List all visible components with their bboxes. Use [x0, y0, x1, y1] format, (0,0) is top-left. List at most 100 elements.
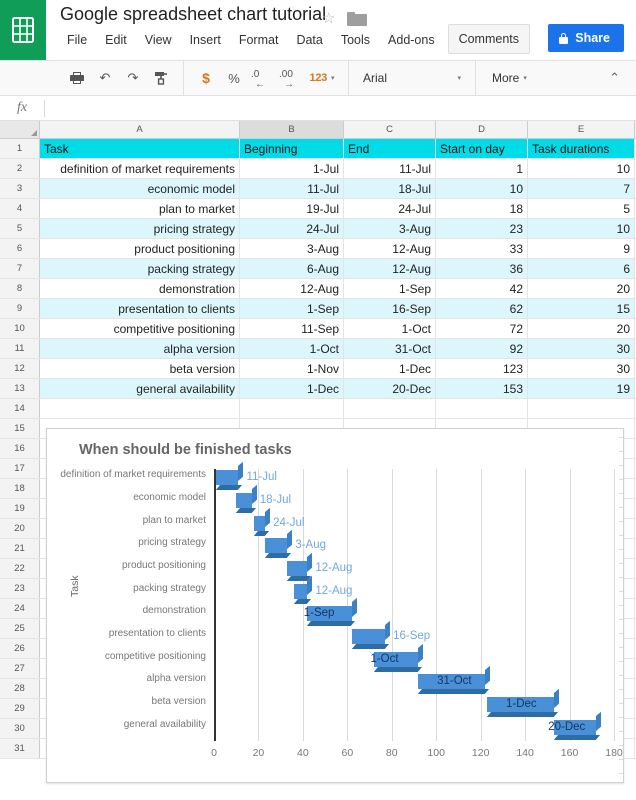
cell-a11[interactable]: alpha version	[40, 339, 240, 358]
gantt-bar[interactable]	[351, 620, 391, 649]
cell-a9[interactable]: presentation to clients	[40, 299, 240, 318]
cell-e5[interactable]: 10	[528, 219, 635, 238]
document-title[interactable]: Google spreadsheet chart tutorial	[60, 4, 326, 25]
paint-format-icon[interactable]	[147, 65, 175, 91]
row-header-29[interactable]: 29	[0, 699, 40, 718]
cell-a1[interactable]: Task	[40, 139, 240, 158]
row-header-30[interactable]: 30	[0, 719, 40, 738]
number-format-dropdown[interactable]: 123 ▾	[304, 65, 340, 91]
cell-b13[interactable]: 1-Dec	[240, 379, 344, 398]
cell-b9[interactable]: 1-Sep	[240, 299, 344, 318]
gantt-bar[interactable]	[264, 530, 293, 559]
cell-b12[interactable]: 1-Nov	[240, 359, 344, 378]
select-all-corner[interactable]	[0, 121, 40, 138]
gantt-bar[interactable]	[293, 575, 313, 604]
cell-a10[interactable]: competitive positioning	[40, 319, 240, 338]
column-header-c[interactable]: C	[344, 121, 436, 138]
cell-c9[interactable]: 16-Sep	[344, 299, 436, 318]
cell-b4[interactable]: 19-Jul	[240, 199, 344, 218]
menu-addons[interactable]: Add-ons	[379, 33, 444, 47]
cell-e11[interactable]: 30	[528, 339, 635, 358]
cell-e12[interactable]: 30	[528, 359, 635, 378]
cell-c1[interactable]: End	[344, 139, 436, 158]
cell-e8[interactable]: 20	[528, 279, 635, 298]
row-header-1[interactable]: 1	[0, 139, 40, 158]
row-header-13[interactable]: 13	[0, 379, 40, 398]
menu-view[interactable]: View	[136, 33, 181, 47]
cell-e9[interactable]: 15	[528, 299, 635, 318]
menu-format[interactable]: Format	[230, 33, 288, 47]
gantt-bar[interactable]	[216, 462, 244, 491]
cell-e1[interactable]: Task durations	[528, 139, 635, 158]
cell-e6[interactable]: 9	[528, 239, 635, 258]
cell-d6[interactable]: 33	[436, 239, 528, 258]
row-header-3[interactable]: 3	[0, 179, 40, 198]
cell-a4[interactable]: plan to market	[40, 199, 240, 218]
row-header-18[interactable]: 18	[0, 479, 40, 498]
cell-e3[interactable]: 7	[528, 179, 635, 198]
row-header-21[interactable]: 21	[0, 539, 40, 558]
cell-b2[interactable]: 1-Jul	[240, 159, 344, 178]
cell-d2[interactable]: 1	[436, 159, 528, 178]
cell-c2[interactable]: 11-Jul	[344, 159, 436, 178]
cell-c13[interactable]: 20-Dec	[344, 379, 436, 398]
cell-a3[interactable]: economic model	[40, 179, 240, 198]
menu-tools[interactable]: Tools	[332, 33, 379, 47]
cell-c4[interactable]: 24-Jul	[344, 199, 436, 218]
cell-a5[interactable]: pricing strategy	[40, 219, 240, 238]
cell-c5[interactable]: 3-Aug	[344, 219, 436, 238]
folder-icon[interactable]	[347, 12, 367, 26]
share-button[interactable]: Share	[548, 24, 624, 52]
row-header-10[interactable]: 10	[0, 319, 40, 338]
cell-a7[interactable]: packing strategy	[40, 259, 240, 278]
cell-b5[interactable]: 24-Jul	[240, 219, 344, 238]
cell-a2[interactable]: definition of market requirements	[40, 159, 240, 178]
row-header-12[interactable]: 12	[0, 359, 40, 378]
currency-format-button[interactable]: $	[192, 65, 220, 91]
cell-b10[interactable]: 11-Sep	[240, 319, 344, 338]
gantt-bar[interactable]	[287, 552, 313, 581]
row-header-14[interactable]: 14	[0, 399, 40, 418]
percent-format-button[interactable]: %	[220, 65, 248, 91]
cell-d8[interactable]: 42	[436, 279, 528, 298]
more-dropdown[interactable]: More ▾	[484, 71, 535, 85]
row-header-17[interactable]: 17	[0, 459, 40, 478]
row-header-23[interactable]: 23	[0, 579, 40, 598]
increase-decimal-button[interactable]: .00 →	[276, 65, 304, 91]
cell-c10[interactable]: 1-Oct	[344, 319, 436, 338]
column-header-b[interactable]: B	[240, 121, 344, 138]
cell-b11[interactable]: 1-Oct	[240, 339, 344, 358]
cell-c3[interactable]: 18-Jul	[344, 179, 436, 198]
cell-e4[interactable]: 5	[528, 199, 635, 218]
row-header-11[interactable]: 11	[0, 339, 40, 358]
cell-b8[interactable]: 12-Aug	[240, 279, 344, 298]
collapse-toolbar-icon[interactable]: ⌃	[609, 70, 620, 86]
cell-b7[interactable]: 6-Aug	[240, 259, 344, 278]
row-header-31[interactable]: 31	[0, 739, 40, 758]
cell-d13[interactable]: 153	[436, 379, 528, 398]
cell-d1[interactable]: Start on day	[436, 139, 528, 158]
cell-e2[interactable]: 10	[528, 159, 635, 178]
cell-b3[interactable]: 11-Jul	[240, 179, 344, 198]
menu-edit[interactable]: Edit	[96, 33, 136, 47]
row-header-16[interactable]: 16	[0, 439, 40, 458]
chart-scroll-track[interactable]	[617, 429, 623, 782]
cell-c7[interactable]: 12-Aug	[344, 259, 436, 278]
cell-e7[interactable]: 6	[528, 259, 635, 278]
font-family-dropdown[interactable]: Arial ▾	[357, 71, 467, 85]
cell-d5[interactable]: 23	[436, 219, 528, 238]
undo-icon[interactable]: ↶	[91, 65, 119, 91]
row-header-2[interactable]: 2	[0, 159, 40, 178]
row-header-6[interactable]: 6	[0, 239, 40, 258]
column-header-a[interactable]: A	[40, 121, 240, 138]
row-header-15[interactable]: 15	[0, 419, 40, 438]
menu-insert[interactable]: Insert	[181, 33, 230, 47]
row-header-28[interactable]: 28	[0, 679, 40, 698]
cell-d10[interactable]: 72	[436, 319, 528, 338]
decrease-decimal-button[interactable]: .0 ←	[248, 65, 276, 91]
menu-data[interactable]: Data	[287, 33, 331, 47]
row-header-7[interactable]: 7	[0, 259, 40, 278]
star-icon[interactable]: ☆	[322, 9, 335, 27]
cell-e14[interactable]	[528, 399, 635, 418]
cell-d14[interactable]	[436, 399, 528, 418]
